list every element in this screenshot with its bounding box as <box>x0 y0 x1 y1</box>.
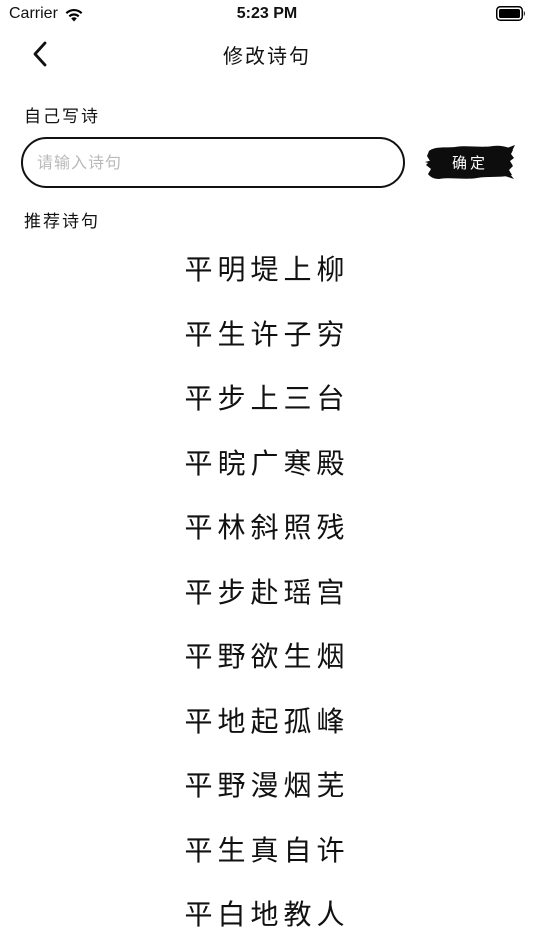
poem-list-item[interactable]: 平白地教人 <box>0 883 534 948</box>
poem-list-item[interactable]: 平林斜照残 <box>0 496 534 561</box>
confirm-button[interactable]: 确定 <box>425 142 515 182</box>
confirm-button-label: 确定 <box>451 153 488 172</box>
poem-list-item[interactable]: 平步赴瑶宫 <box>0 561 534 626</box>
poem-list-item[interactable]: 平生许子穷 <box>0 303 534 368</box>
status-bar: Carrier 5:23 PM <box>0 0 534 30</box>
nav-bar: 修改诗句 <box>0 30 534 78</box>
poem-input[interactable] <box>21 137 405 188</box>
poem-list-item[interactable]: 平生真自许 <box>0 819 534 884</box>
status-time: 5:23 PM <box>236 5 298 22</box>
custom-poem-label: 自己写诗 <box>24 107 100 127</box>
poem-list-item[interactable]: 平睆广寒殿 <box>0 432 534 497</box>
recommend-poem-list: 平明堤上柳 平生许子穷 平步上三台 平睆广寒殿 平林斜照残 平步赴瑶宫 平野欲生… <box>0 238 534 948</box>
poem-list-item[interactable]: 平步上三台 <box>0 367 534 432</box>
recommend-poem-label: 推荐诗句 <box>24 212 100 232</box>
poem-list-item[interactable]: 平野欲生烟 <box>0 625 534 690</box>
poem-list-item[interactable]: 平明堤上柳 <box>0 238 534 303</box>
poem-list-item[interactable]: 平地起孤峰 <box>0 690 534 755</box>
battery-icon <box>496 6 525 21</box>
poem-list-item[interactable]: 平野漫烟芜 <box>0 754 534 819</box>
page-title: 修改诗句 <box>223 44 311 68</box>
